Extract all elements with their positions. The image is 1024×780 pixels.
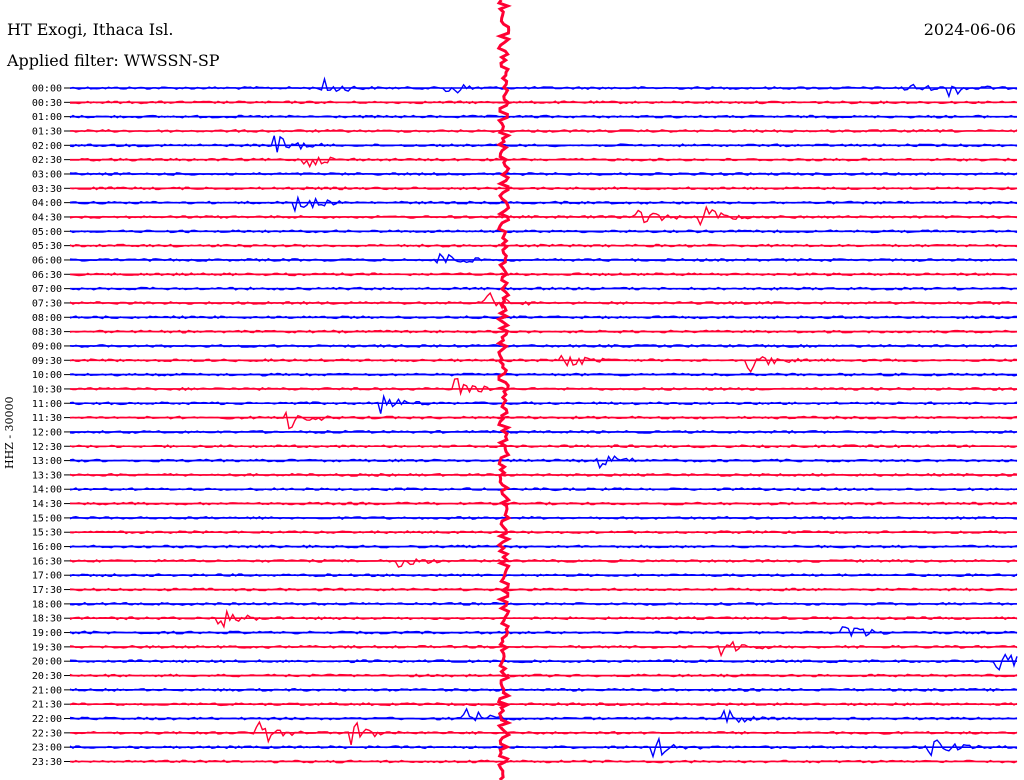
- row-time-label: 03:00: [32, 169, 62, 180]
- row-time-label: 15:30: [32, 528, 62, 539]
- row-time-label: 00:00: [32, 84, 62, 95]
- trace-row: [69, 653, 1018, 671]
- row-time-label: 15:00: [32, 513, 62, 524]
- trace-row: [69, 410, 1018, 430]
- row-time-label: 11:00: [32, 399, 62, 410]
- trace-row: [69, 205, 1018, 227]
- row-time-label: 23:30: [32, 757, 62, 768]
- row-time-label: 14:30: [32, 499, 62, 510]
- trace-row: [70, 155, 1018, 169]
- row-time-label: 01:00: [32, 112, 62, 123]
- row-time-label: 20:00: [32, 657, 62, 668]
- row-time-label: 22:00: [32, 714, 62, 725]
- row-time-label: 09:00: [32, 341, 62, 352]
- trace-row: [69, 252, 1018, 265]
- row-time-label: 22:30: [32, 728, 62, 739]
- trace-row: [69, 454, 1018, 470]
- trace-row: [69, 608, 1018, 629]
- trace-row: [69, 640, 1018, 658]
- row-time-label: 20:30: [32, 671, 62, 682]
- row-time-label: 03:30: [32, 184, 62, 195]
- row-time-label: 01:30: [32, 126, 62, 137]
- row-time-label: 08:00: [32, 313, 62, 324]
- row-time-label: 02:30: [32, 155, 62, 166]
- seismogram-viewer: HT Exogi, Ithaca Isl. Applied filter: WW…: [0, 0, 1024, 780]
- trace-row: [69, 626, 1018, 638]
- row-time-label: 12:00: [32, 427, 62, 438]
- row-time-label: 10:00: [32, 370, 62, 381]
- row-time-label: 17:00: [32, 571, 62, 582]
- row-time-label: 05:30: [32, 241, 62, 252]
- row-time-label: 16:00: [32, 542, 62, 553]
- row-time-label: 23:00: [32, 743, 62, 754]
- trace-row: [69, 354, 1018, 373]
- row-time-label: 18:30: [32, 614, 62, 625]
- row-time-label: 06:00: [32, 255, 62, 266]
- trace-row: [69, 291, 1018, 310]
- row-time-label: 02:00: [32, 141, 62, 152]
- row-time-label: 18:00: [32, 599, 62, 610]
- row-time-label: 21:00: [32, 685, 62, 696]
- trace-row: [69, 377, 1018, 397]
- row-time-label: 05:00: [32, 227, 62, 238]
- row-time-label: 19:00: [32, 628, 62, 639]
- row-time-label: 14:00: [32, 485, 62, 496]
- trace-row: [69, 393, 1018, 414]
- row-time-label: 07:00: [32, 284, 62, 295]
- row-tick-marks: [64, 87, 70, 763]
- trace-row: [69, 707, 1018, 725]
- row-time-label: 06:30: [32, 270, 62, 281]
- row-time-label: 07:30: [32, 298, 62, 309]
- row-time-label: 17:30: [32, 585, 62, 596]
- row-time-label: 21:30: [32, 700, 62, 711]
- row-time-label: 08:30: [32, 327, 62, 338]
- helicorder-plot: 00:00 00:30 01:00 01:30 02:00 02:30 03:00 03:30…: [32, 0, 1018, 780]
- row-time-label: 04:00: [32, 198, 62, 209]
- trace-row: [69, 195, 1018, 214]
- row-time-label: 13:00: [32, 456, 62, 467]
- row-time-label: 16:30: [32, 556, 62, 567]
- row-time-label: 09:30: [32, 356, 62, 367]
- trace-row: [69, 135, 1018, 153]
- row-time-label: 13:30: [32, 470, 62, 481]
- row-time-label: 12:30: [32, 442, 62, 453]
- row-time-label: 00:30: [32, 98, 62, 109]
- row-time-label: 10:30: [32, 384, 62, 395]
- row-time-label: 04:30: [32, 212, 62, 223]
- row-time-label: 11:30: [32, 413, 62, 424]
- row-time-label: 19:30: [32, 642, 62, 653]
